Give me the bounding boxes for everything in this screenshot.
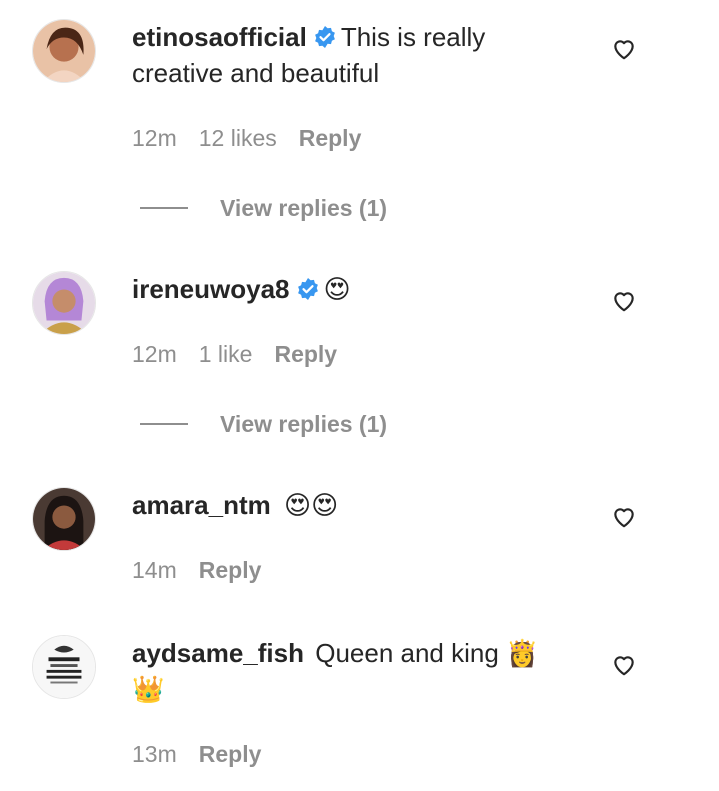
comment-body: amara_ntm 😍😍 xyxy=(132,487,572,524)
reply-button[interactable]: Reply xyxy=(199,557,262,583)
avatar-image xyxy=(33,488,95,550)
avatar[interactable] xyxy=(32,487,96,551)
view-replies-label[interactable]: View replies (1) xyxy=(220,193,387,223)
verified-badge-icon xyxy=(296,274,320,300)
verified-badge-icon xyxy=(313,22,337,48)
like-heart-icon[interactable] xyxy=(611,652,637,678)
avatar-image xyxy=(33,636,95,698)
comment-username[interactable]: amara_ntm xyxy=(132,490,271,520)
reply-button[interactable]: Reply xyxy=(199,741,262,767)
reply-button[interactable]: Reply xyxy=(274,341,337,367)
comment-body: ireneuwoya8 😍 xyxy=(132,271,572,308)
like-heart-icon[interactable] xyxy=(611,504,637,530)
comment-time: 12m xyxy=(132,341,177,367)
like-heart-icon[interactable] xyxy=(611,36,637,62)
comment-meta: 12m 1 like Reply xyxy=(132,339,359,369)
avatar[interactable] xyxy=(32,635,96,699)
comment-username[interactable]: etinosaofficial xyxy=(132,22,307,52)
like-heart-icon[interactable] xyxy=(611,288,637,314)
comment-meta: 13m Reply xyxy=(132,739,283,769)
avatar-image xyxy=(33,20,95,82)
comment-likes[interactable]: 1 like xyxy=(199,341,253,367)
comment-body: etinosaofficial This is really creative a… xyxy=(132,19,572,91)
comment-time: 14m xyxy=(132,557,177,583)
avatar[interactable] xyxy=(32,19,96,83)
replies-divider-line xyxy=(140,423,188,425)
comment-text: 😍😍 xyxy=(283,491,339,521)
comment-username[interactable]: aydsame_fish xyxy=(132,638,304,668)
comment-time: 12m xyxy=(132,125,177,151)
avatar-image xyxy=(33,272,95,334)
comment-time: 13m xyxy=(132,741,177,767)
comment-body: aydsame_fish Queen and king 👸 👑 xyxy=(132,635,572,707)
comment-username[interactable]: ireneuwoya8 xyxy=(132,274,290,304)
comment-text: 😍 xyxy=(323,275,351,305)
reply-button[interactable]: Reply xyxy=(299,125,362,151)
view-replies-label[interactable]: View replies (1) xyxy=(220,409,387,439)
comment-likes[interactable]: 12 likes xyxy=(199,125,277,151)
avatar[interactable] xyxy=(32,271,96,335)
comment-meta: 14m Reply xyxy=(132,555,283,585)
replies-divider-line xyxy=(140,207,188,209)
comment-meta: 12m 12 likes Reply xyxy=(132,123,383,153)
